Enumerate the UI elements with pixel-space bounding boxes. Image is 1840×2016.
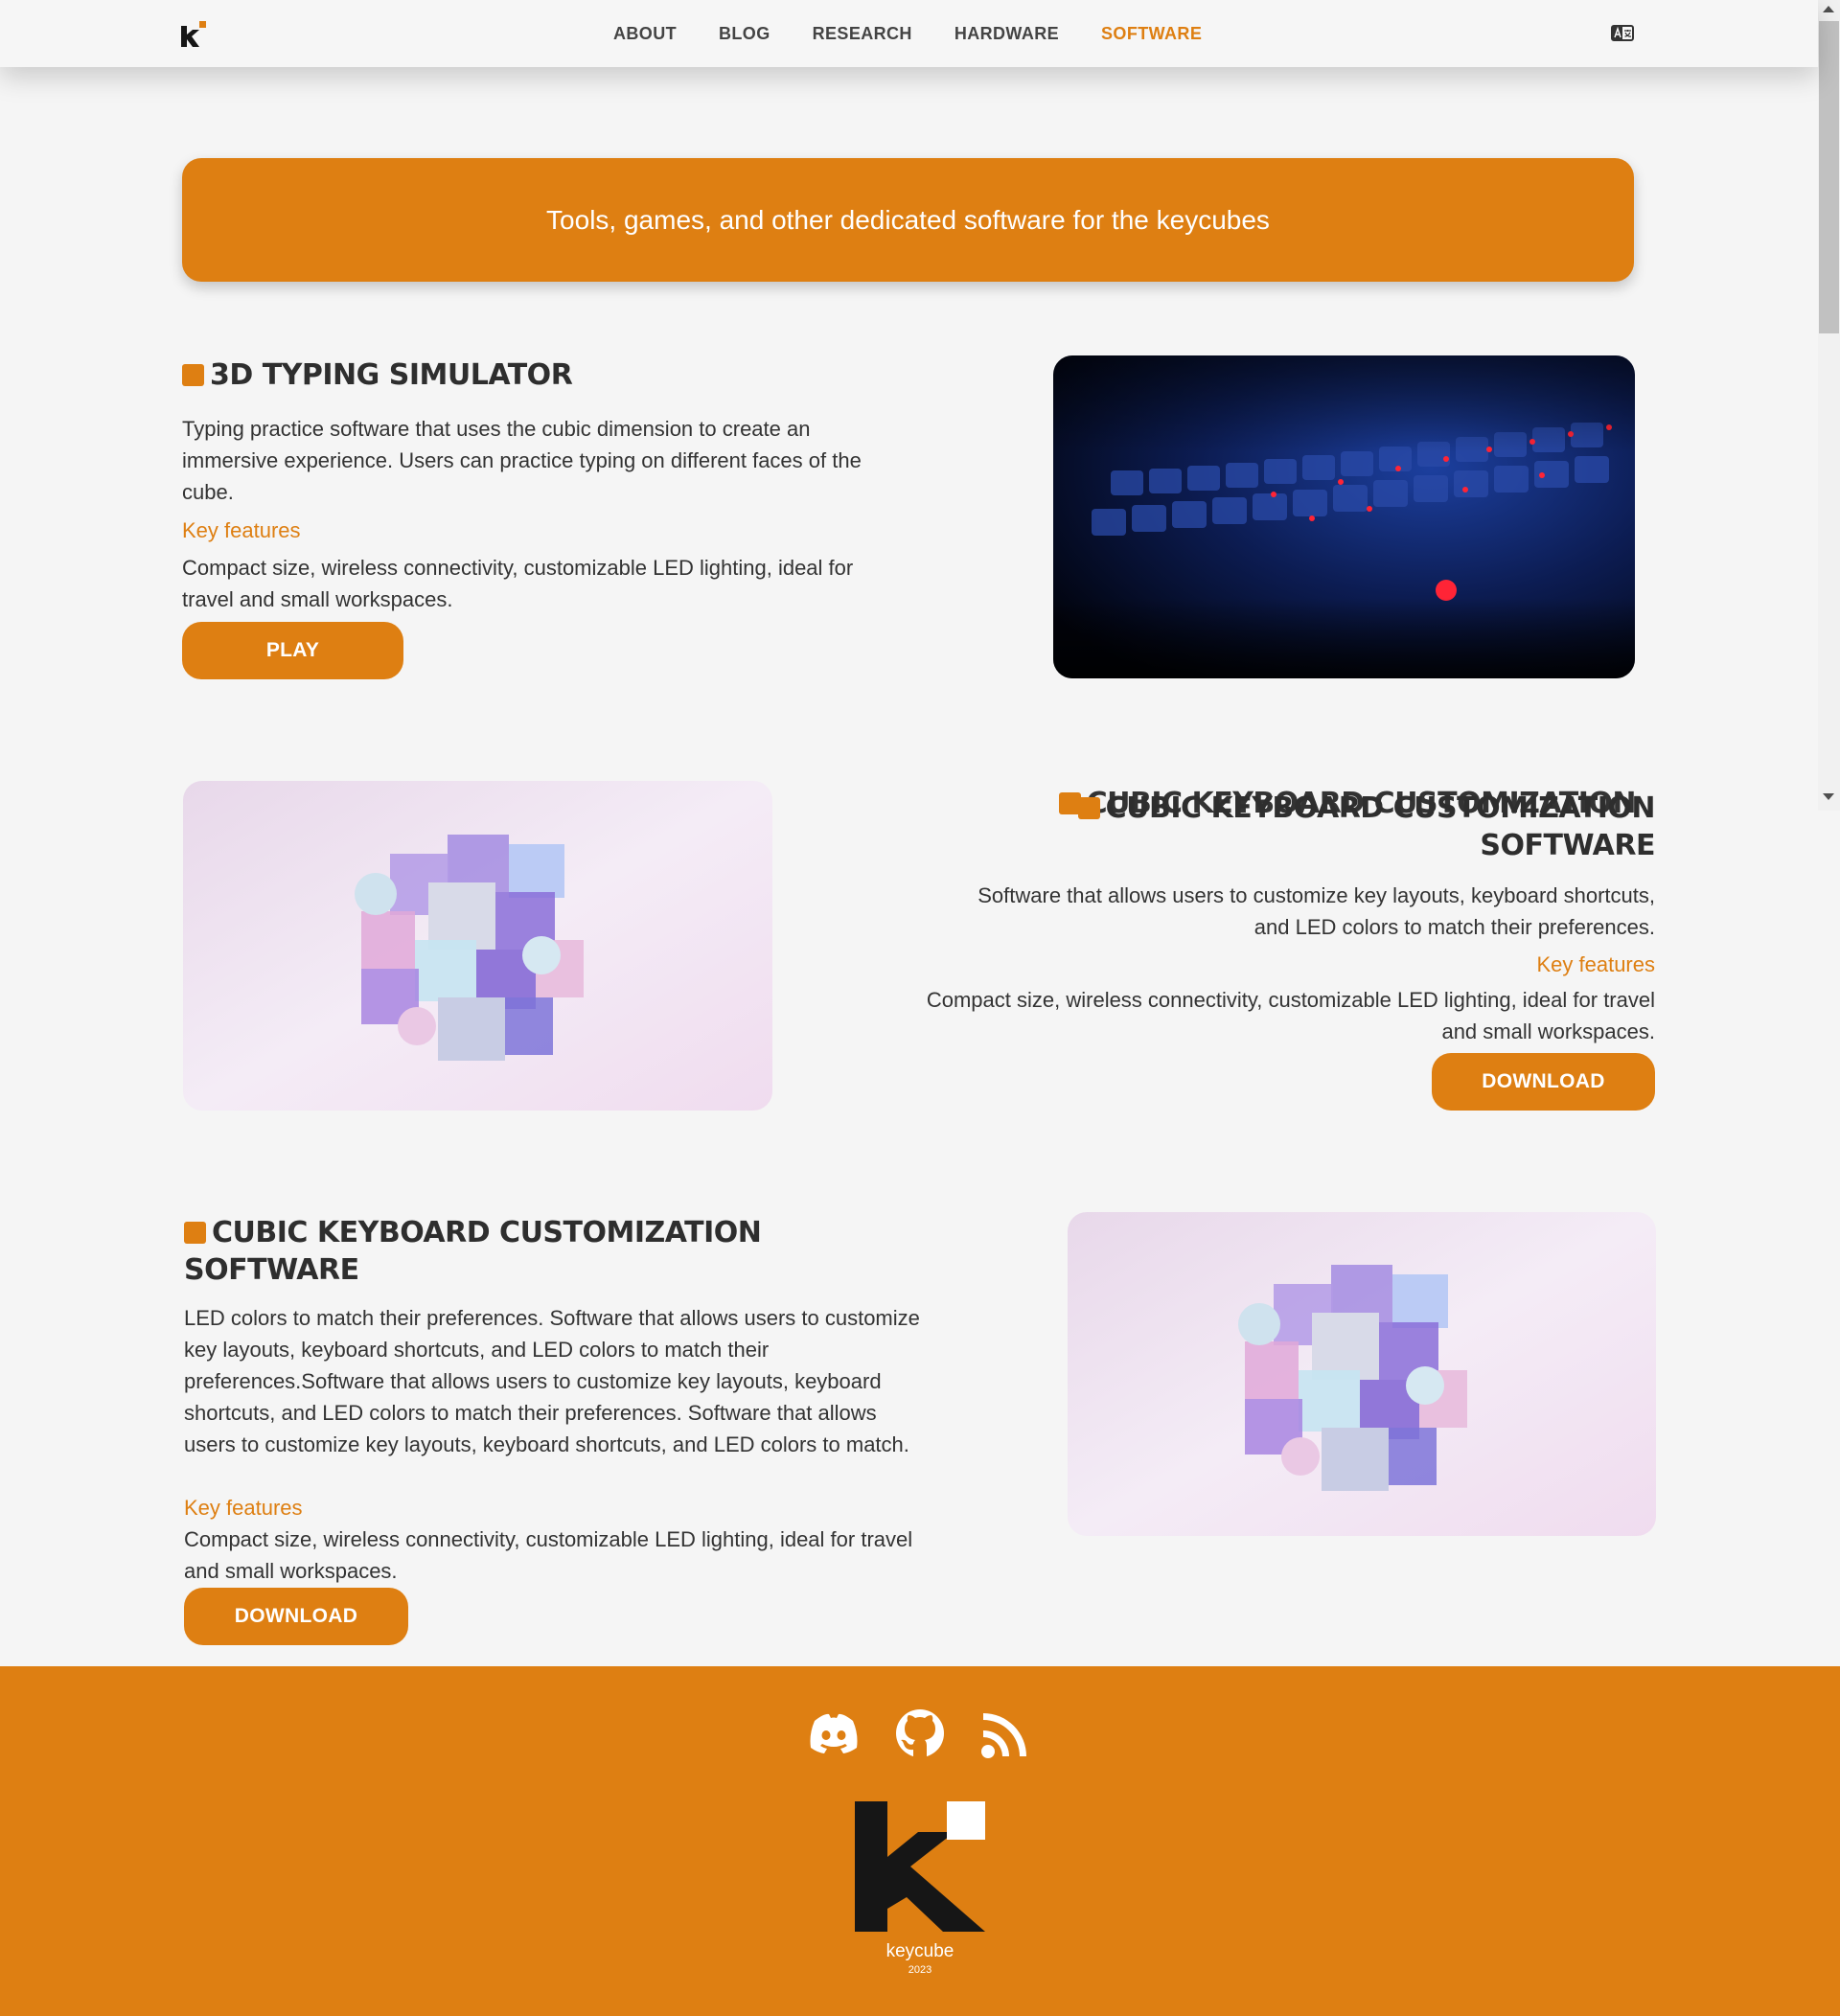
rss-icon[interactable] xyxy=(980,1707,1032,1759)
nav-research[interactable]: RESEARCH xyxy=(813,24,912,44)
banner-text: Tools, games, and other dedicated softwa… xyxy=(546,204,1270,235)
title-square-icon xyxy=(182,364,204,386)
section-description: Software that allows users to customize … xyxy=(978,883,1655,939)
scrollbar-thumb[interactable] xyxy=(1819,21,1839,333)
nav-about[interactable]: ABOUT xyxy=(613,24,677,44)
nav-blog[interactable]: BLOG xyxy=(719,24,770,44)
download-button[interactable]: DOWNLOAD xyxy=(184,1588,408,1645)
keycube-footer-logo xyxy=(855,1801,985,1932)
nav-software[interactable]: SOFTWARE xyxy=(1101,24,1202,44)
section-title-customization-software: CUBIC KEYBOARD CUSTOMIZATION SOFTWARE xyxy=(958,790,1656,864)
title-square-icon xyxy=(184,1222,206,1244)
section-title-typing-simulator: 3D TYPING SIMULATOR xyxy=(182,356,949,394)
glass-cube-image xyxy=(1068,1212,1656,1536)
intro-banner: Tools, games, and other dedicated softwa… xyxy=(182,158,1634,282)
footer-year: 2023 xyxy=(908,1964,932,1976)
play-button[interactable]: PLAY xyxy=(182,622,403,679)
features-text: Compact size, wireless connectivity, cus… xyxy=(182,556,854,611)
top-navbar: ABOUT BLOG RESEARCH HARDWARE SOFTWARE xyxy=(0,0,1818,67)
keycube-logo[interactable] xyxy=(181,21,206,47)
download-button[interactable]: DOWNLOAD xyxy=(1432,1053,1655,1111)
discord-icon[interactable] xyxy=(808,1707,860,1759)
glass-cube-image xyxy=(183,781,772,1111)
github-icon[interactable] xyxy=(894,1707,946,1759)
keyboard-photo xyxy=(1053,355,1635,678)
nav-hardware[interactable]: HARDWARE xyxy=(954,24,1059,44)
key-features-label: Key features xyxy=(1536,952,1655,976)
nav-links: ABOUT BLOG RESEARCH HARDWARE SOFTWARE xyxy=(613,0,1244,67)
key-features-label: Key features xyxy=(184,1496,303,1520)
scroll-up-arrow[interactable] xyxy=(1823,6,1834,12)
section-title-customization-software: CUBIC KEYBOARD CUSTOMIZATION SOFTWARE xyxy=(184,1216,762,1287)
features-text: Compact size, wireless connectivity, cus… xyxy=(184,1527,913,1583)
footer-brand: keycube xyxy=(886,1941,954,1961)
section-description: Typing practice software that uses the c… xyxy=(182,417,862,504)
section-description: LED colors to match their preferences. S… xyxy=(184,1306,920,1456)
key-features-label: Key features xyxy=(182,518,301,542)
language-icon[interactable] xyxy=(1611,25,1634,41)
scroll-down-arrow[interactable] xyxy=(1823,793,1834,800)
features-text: Compact size, wireless connectivity, cus… xyxy=(926,988,1655,1043)
title-square-icon xyxy=(1077,797,1100,819)
